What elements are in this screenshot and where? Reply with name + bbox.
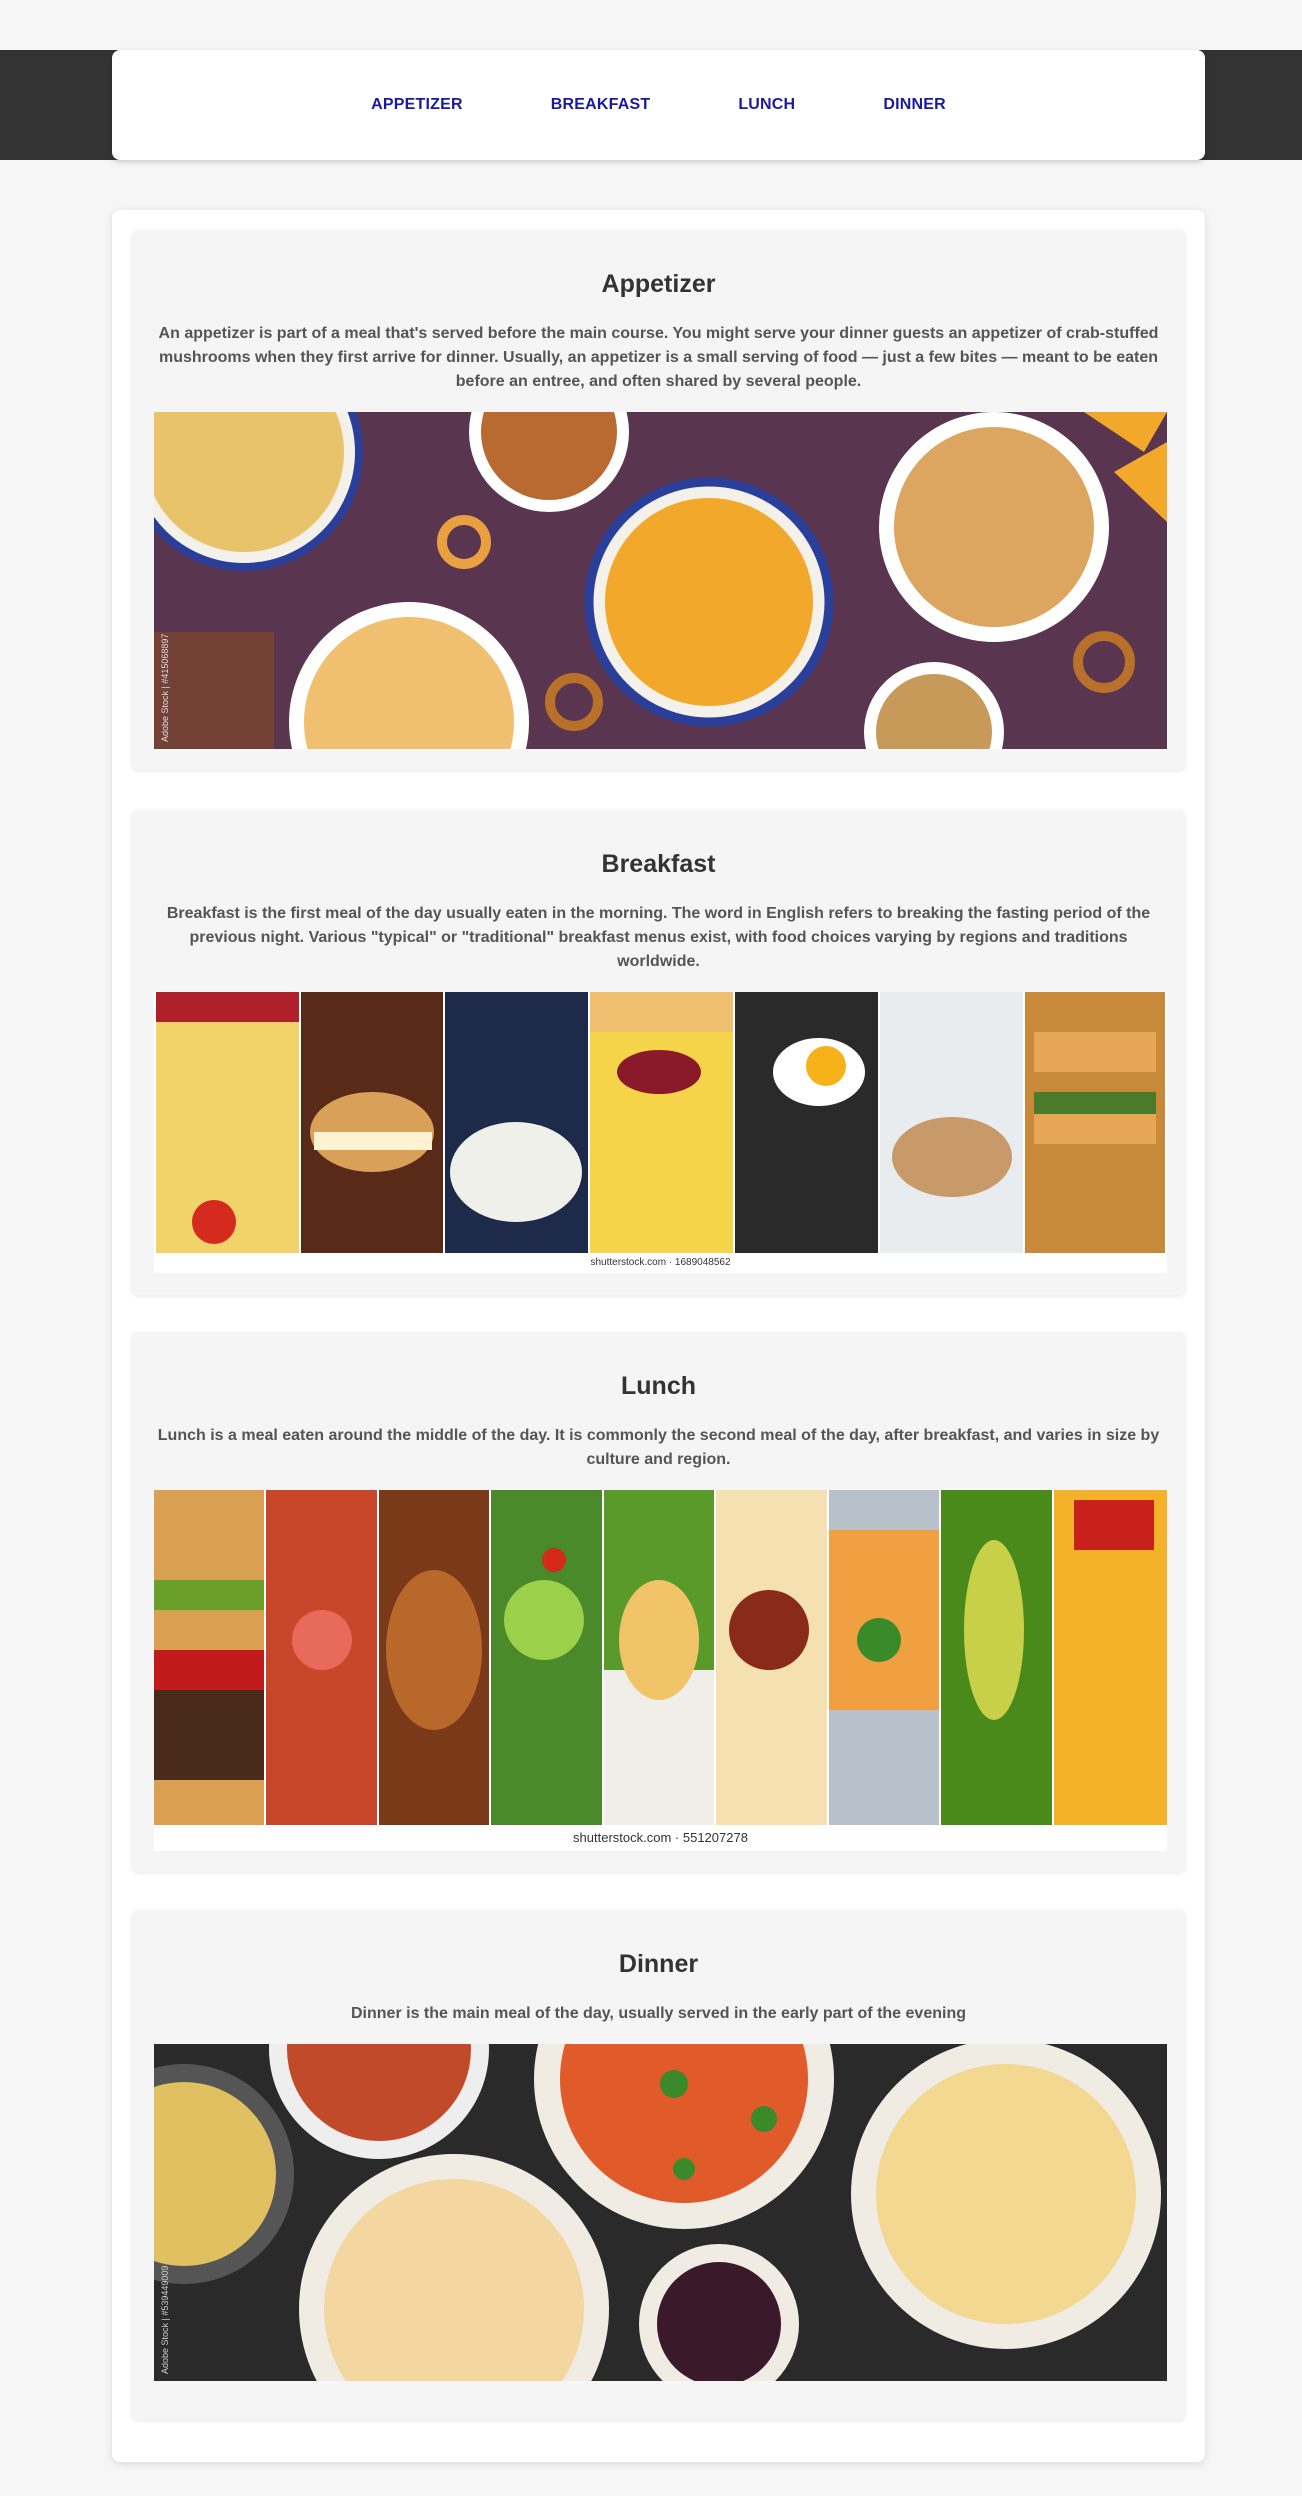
lunch-section: Lunch Lunch is a meal eaten around the m… (132, 1332, 1185, 1872)
breakfast-image-caption: shutterstock.com · 1689048562 (154, 1253, 1167, 1273)
top-nav: APPETIZER BREAKFAST LUNCH DINNER (112, 50, 1205, 160)
dinner-image-watermark: Adobe Stock | #539449009 (160, 2266, 170, 2374)
lunch-image (154, 1490, 1167, 1825)
lunch-image-caption: shutterstock.com · 551207278 (154, 1825, 1167, 1851)
main-container: Appetizer An appetizer is part of a meal… (112, 210, 1205, 2462)
appetizer-section: Appetizer An appetizer is part of a meal… (132, 230, 1185, 770)
lunch-description: Lunch is a meal eaten around the middle … (157, 1427, 1160, 1468)
dinner-section: Dinner Dinner is the main meal of the da… (132, 1910, 1185, 2420)
breakfast-title: Breakfast (601, 850, 716, 878)
dinner-description: Dinner is the main meal of the day, usua… (351, 2005, 966, 2022)
nav-link-dinner[interactable]: DINNER (883, 96, 946, 114)
breakfast-image (154, 992, 1167, 1253)
nav-link-breakfast[interactable]: BREAKFAST (551, 96, 651, 114)
lunch-title: Lunch (621, 1372, 696, 1400)
appetizer-description: An appetizer is part of a meal that's se… (158, 325, 1159, 390)
breakfast-description: Breakfast is the first meal of the day u… (166, 905, 1151, 970)
dinner-title: Dinner (618, 1950, 699, 1978)
dinner-image: Adobe Stock | #539449009 (154, 2044, 1167, 2381)
nav-link-appetizer[interactable]: APPETIZER (371, 96, 463, 114)
nav-link-lunch[interactable]: LUNCH (738, 96, 795, 114)
appetizer-image: Adobe Stock | #415068897 (154, 412, 1167, 749)
appetizer-title: Appetizer (601, 270, 716, 298)
breakfast-section: Breakfast Breakfast is the first meal of… (132, 810, 1185, 1295)
appetizer-image-watermark: Adobe Stock | #415068897 (160, 634, 170, 742)
